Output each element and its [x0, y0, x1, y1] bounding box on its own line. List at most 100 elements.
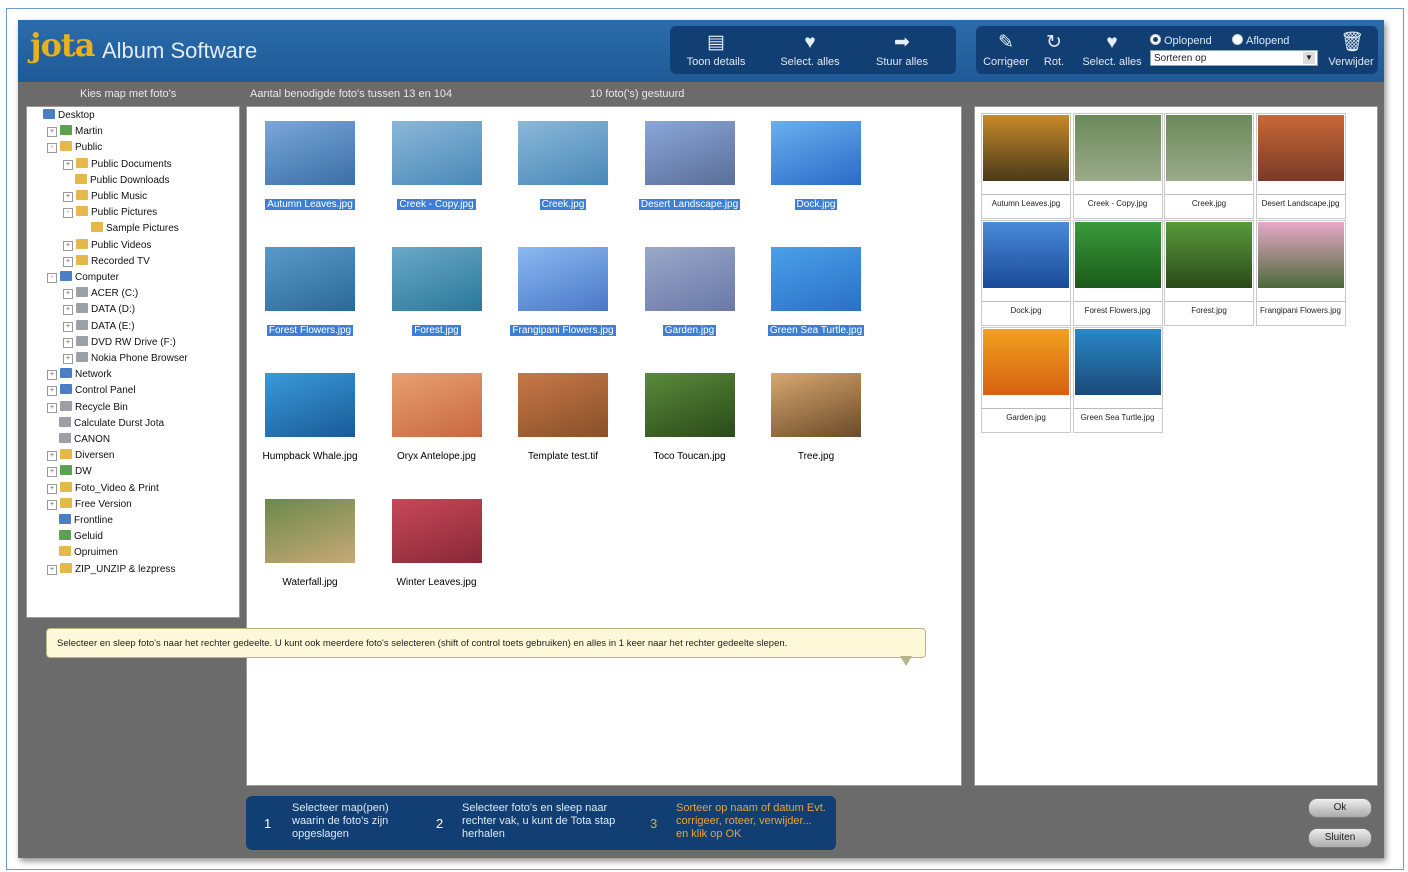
photo-browser[interactable]: Autumn Leaves.jpg Creek - Copy.jpg Creek.j…: [246, 106, 962, 786]
tree-item[interactable]: CANON: [47, 433, 110, 447]
expand-icon[interactable]: +: [63, 354, 73, 364]
sort-descending-radio[interactable]: Aflopend: [1232, 34, 1289, 47]
tree-item[interactable]: + DATA (D:): [63, 303, 135, 317]
photo-caption[interactable]: Humpback Whale.jpg: [250, 451, 370, 462]
photo-caption[interactable]: Desert Landscape.jpg: [630, 199, 750, 210]
tree-item[interactable]: + Public Videos: [63, 238, 151, 253]
collapse-icon[interactable]: -: [47, 273, 57, 283]
tree-item[interactable]: - Public Pictures: [63, 206, 157, 220]
selected-photo-cell[interactable]: Green Sea Turtle.jpg: [1072, 327, 1163, 433]
photo-thumbnail[interactable]: [644, 373, 735, 437]
tree-item[interactable]: Calculate Durst Jota: [47, 416, 164, 431]
tree-item[interactable]: Desktop: [31, 109, 95, 123]
close-button[interactable]: Sluiten: [1308, 828, 1372, 848]
tree-item[interactable]: + ACER (C:): [63, 287, 138, 301]
photo-caption[interactable]: Creek.jpg: [503, 199, 623, 210]
photo-caption[interactable]: Toco Toucan.jpg: [630, 451, 750, 462]
photo-thumbnail[interactable]: [771, 373, 861, 437]
collapse-icon[interactable]: -: [47, 143, 57, 154]
tree-item[interactable]: + DVD RW Drive (F:): [63, 335, 176, 350]
sort-ascending-radio[interactable]: Oplopend: [1150, 34, 1212, 47]
correct-button[interactable]: ✎ Corrigeer: [978, 26, 1034, 74]
photo-caption[interactable]: Dock.jpg: [756, 199, 876, 210]
expand-icon[interactable]: +: [63, 305, 73, 316]
photo-thumbnail[interactable]: [391, 121, 482, 185]
selected-photo-cell[interactable]: Frangipani Flowers.jpg: [1255, 220, 1346, 326]
tree-item[interactable]: + Recycle Bin: [47, 400, 128, 415]
tree-item[interactable]: + Free Version: [47, 497, 132, 512]
sort-select[interactable]: Sorteren op ▼: [1150, 50, 1318, 66]
photo-caption[interactable]: Autumn Leaves.jpg: [250, 199, 370, 210]
folder-tree[interactable]: Desktop + Martin - Public + Public Documents Pu…: [26, 106, 240, 618]
selected-photo-cell[interactable]: Creek - Copy.jpg: [1072, 113, 1163, 219]
tree-item[interactable]: - Public: [47, 141, 102, 155]
select-all-button[interactable]: ♥ Select. alles: [770, 26, 850, 74]
photo-thumbnail[interactable]: [391, 373, 482, 437]
tree-item[interactable]: + Martin: [47, 125, 103, 139]
tree-item[interactable]: Public Downloads: [63, 173, 170, 188]
photo-thumbnail[interactable]: [391, 247, 482, 311]
photo-caption[interactable]: Waterfall.jpg: [250, 577, 370, 588]
selected-photo-cell[interactable]: Forest.jpg: [1164, 220, 1254, 326]
photo-thumbnail[interactable]: [265, 247, 355, 311]
expand-icon[interactable]: +: [63, 192, 73, 202]
photo-thumbnail[interactable]: [644, 247, 735, 311]
photo-caption[interactable]: Forest.jpg: [377, 325, 497, 336]
tree-item[interactable]: + Foto_Video & Print: [47, 481, 159, 496]
expand-icon[interactable]: +: [47, 127, 57, 138]
send-all-button[interactable]: ➡ Stuur alles: [862, 26, 942, 74]
tree-item[interactable]: Sample Pictures: [79, 222, 179, 236]
expand-icon[interactable]: +: [63, 321, 73, 332]
tree-item[interactable]: Frontline: [47, 514, 113, 528]
tree-item[interactable]: + DW: [47, 465, 92, 479]
tree-item[interactable]: + Diversen: [47, 449, 114, 463]
selected-photo-cell[interactable]: Forest Flowers.jpg: [1072, 220, 1163, 326]
photo-thumbnail[interactable]: [265, 499, 355, 563]
expand-icon[interactable]: +: [47, 451, 57, 462]
rotate-button[interactable]: ↻ Rot.: [1036, 26, 1072, 74]
photo-thumbnail[interactable]: [771, 121, 861, 185]
tree-item[interactable]: + DATA (E:): [63, 319, 135, 334]
tree-item[interactable]: + Network: [47, 368, 112, 382]
expand-icon[interactable]: +: [47, 386, 57, 397]
photo-thumbnail[interactable]: [771, 247, 861, 311]
tree-item[interactable]: + Nokia Phone Browser: [63, 352, 188, 366]
tree-item[interactable]: + Public Music: [63, 190, 147, 204]
photo-caption[interactable]: Oryx Antelope.jpg: [377, 451, 497, 462]
photo-thumbnail[interactable]: [518, 121, 608, 185]
expand-icon[interactable]: +: [63, 159, 73, 170]
expand-icon[interactable]: +: [47, 564, 57, 575]
photo-caption[interactable]: Forest Flowers.jpg: [250, 325, 370, 336]
photo-caption[interactable]: Template test.tif: [503, 451, 623, 462]
expand-icon[interactable]: +: [47, 499, 57, 510]
photo-thumbnail[interactable]: [518, 247, 608, 311]
photo-thumbnail[interactable]: [391, 499, 482, 563]
selected-photo-cell[interactable]: Desert Landscape.jpg: [1255, 113, 1346, 219]
delete-button[interactable]: 🗑 Verwijder: [1324, 26, 1378, 74]
selected-photos-panel[interactable]: Autumn Leaves.jpg Creek - Copy.jpg Creek.j…: [974, 106, 1378, 786]
expand-icon[interactable]: +: [47, 483, 57, 494]
select-all-right-button[interactable]: ♥ Select. alles: [1076, 26, 1148, 74]
photo-caption[interactable]: Tree.jpg: [756, 451, 876, 462]
selected-photo-cell[interactable]: Creek.jpg: [1164, 113, 1254, 219]
selected-photo-cell[interactable]: Garden.jpg: [981, 327, 1071, 433]
expand-icon[interactable]: +: [63, 289, 73, 300]
show-details-button[interactable]: ▤ Toon details: [678, 26, 754, 74]
tree-item[interactable]: + ZIP_UNZIP & lezpress: [47, 562, 175, 577]
expand-icon[interactable]: +: [63, 256, 73, 267]
expand-icon[interactable]: +: [63, 240, 73, 251]
ok-button[interactable]: Ok: [1308, 798, 1372, 818]
photo-caption[interactable]: Garden.jpg: [630, 325, 750, 336]
photo-caption[interactable]: Frangipani Flowers.jpg: [503, 325, 623, 336]
expand-icon[interactable]: +: [47, 402, 57, 413]
tree-item[interactable]: - Computer: [47, 271, 119, 285]
tree-item[interactable]: + Recorded TV: [63, 254, 150, 269]
photo-caption[interactable]: Winter Leaves.jpg: [377, 577, 497, 588]
expand-icon[interactable]: +: [47, 370, 57, 381]
tree-item[interactable]: + Control Panel: [47, 384, 136, 398]
selected-photo-cell[interactable]: Autumn Leaves.jpg: [981, 113, 1071, 219]
tree-item[interactable]: + Public Documents: [63, 157, 172, 172]
photo-caption[interactable]: Creek - Copy.jpg: [377, 199, 497, 210]
photo-thumbnail[interactable]: [644, 121, 735, 185]
selected-photo-cell[interactable]: Dock.jpg: [981, 220, 1071, 326]
